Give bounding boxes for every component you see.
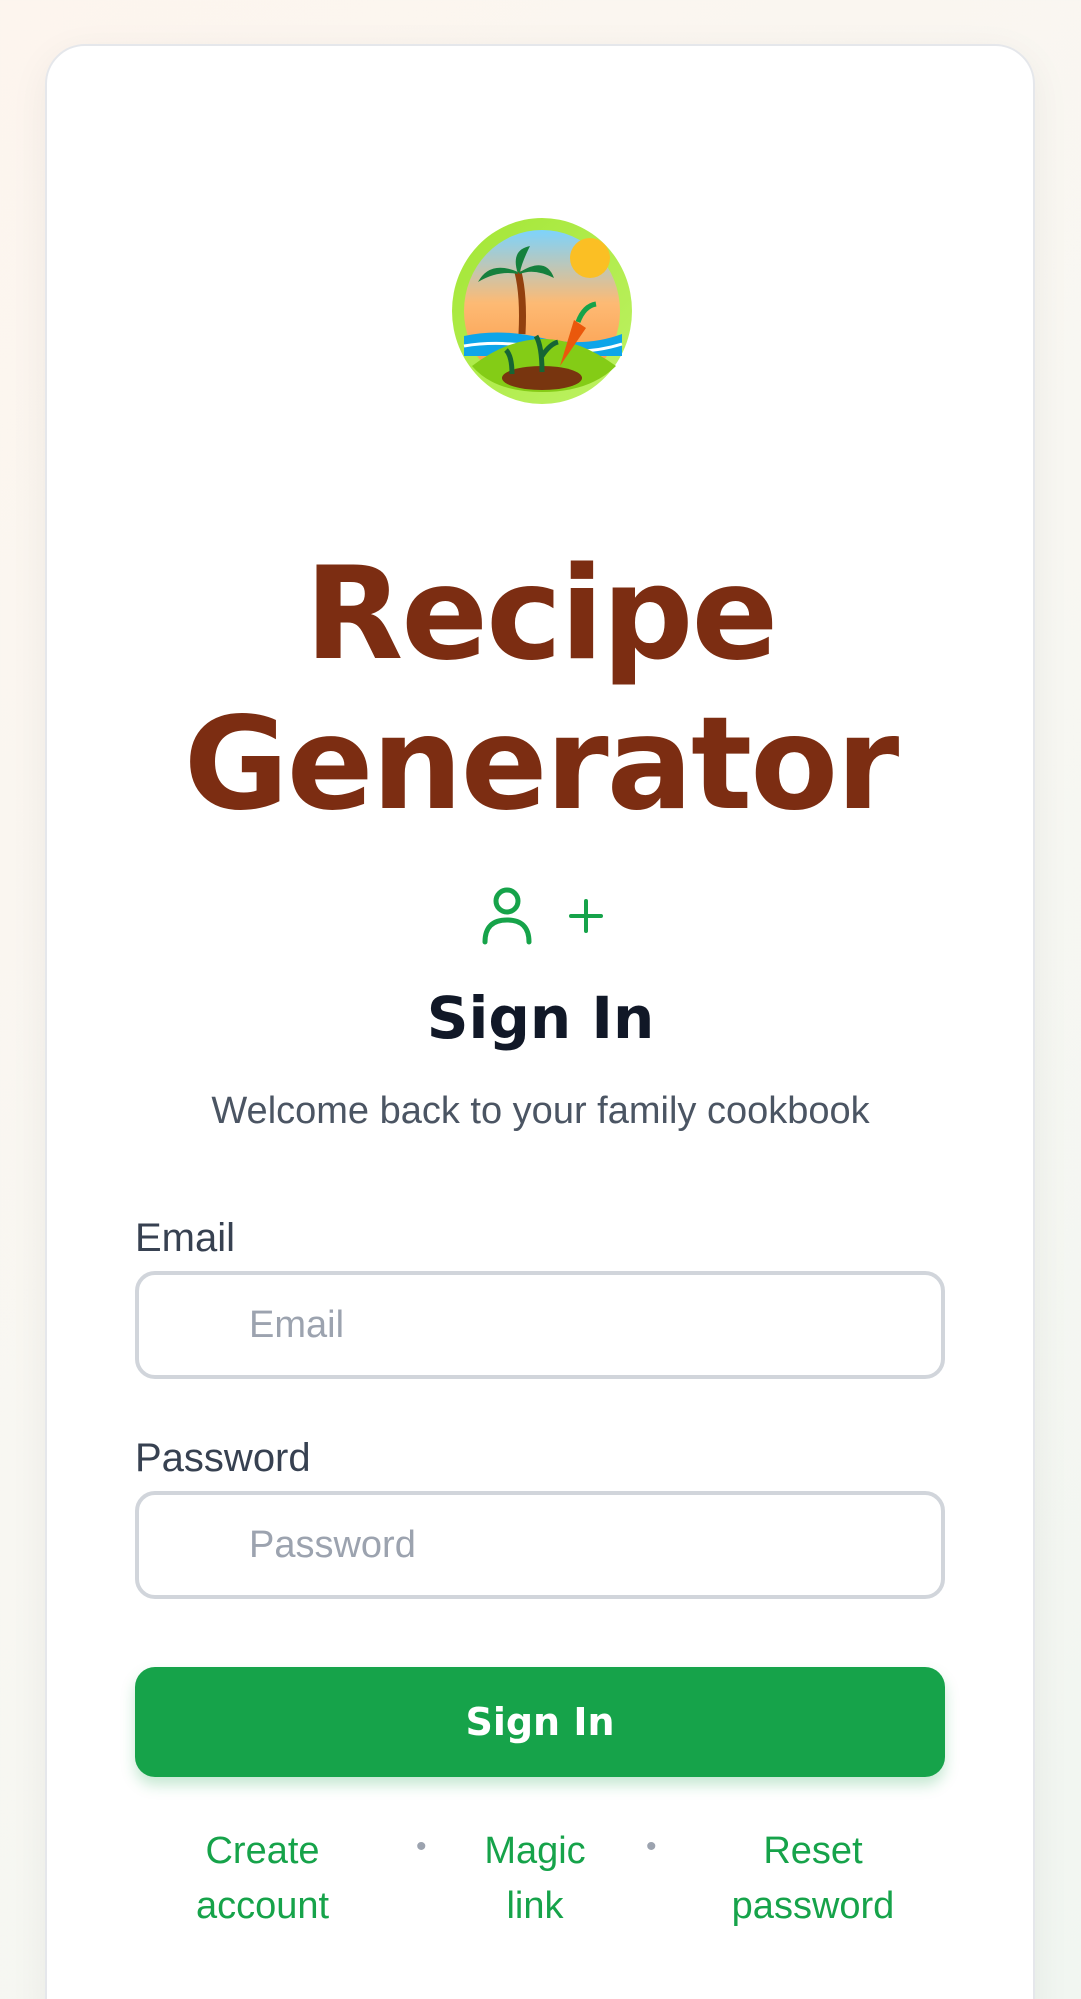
page-title: Sign In [426, 984, 655, 1052]
magic-link-link[interactable]: Magic link [470, 1824, 600, 1934]
create-account-link[interactable]: Create account [170, 1824, 355, 1934]
sign-in-button[interactable]: Sign In [135, 1667, 945, 1777]
plus-icon[interactable] [568, 898, 604, 934]
link-separator: • [646, 1830, 657, 1863]
palm-garden-logo-icon [452, 218, 632, 404]
app-title: Recipe Generator [183, 540, 900, 839]
link-separator: • [416, 1830, 427, 1863]
reset-password-link[interactable]: Reset password [713, 1824, 913, 1934]
password-field[interactable] [135, 1491, 945, 1599]
email-label: Email [135, 1216, 236, 1260]
user-icon[interactable] [480, 886, 534, 946]
password-label: Password [135, 1436, 311, 1480]
page-subtitle: Welcome back to your family cookbook [211, 1090, 870, 1132]
email-field[interactable] [135, 1271, 945, 1379]
